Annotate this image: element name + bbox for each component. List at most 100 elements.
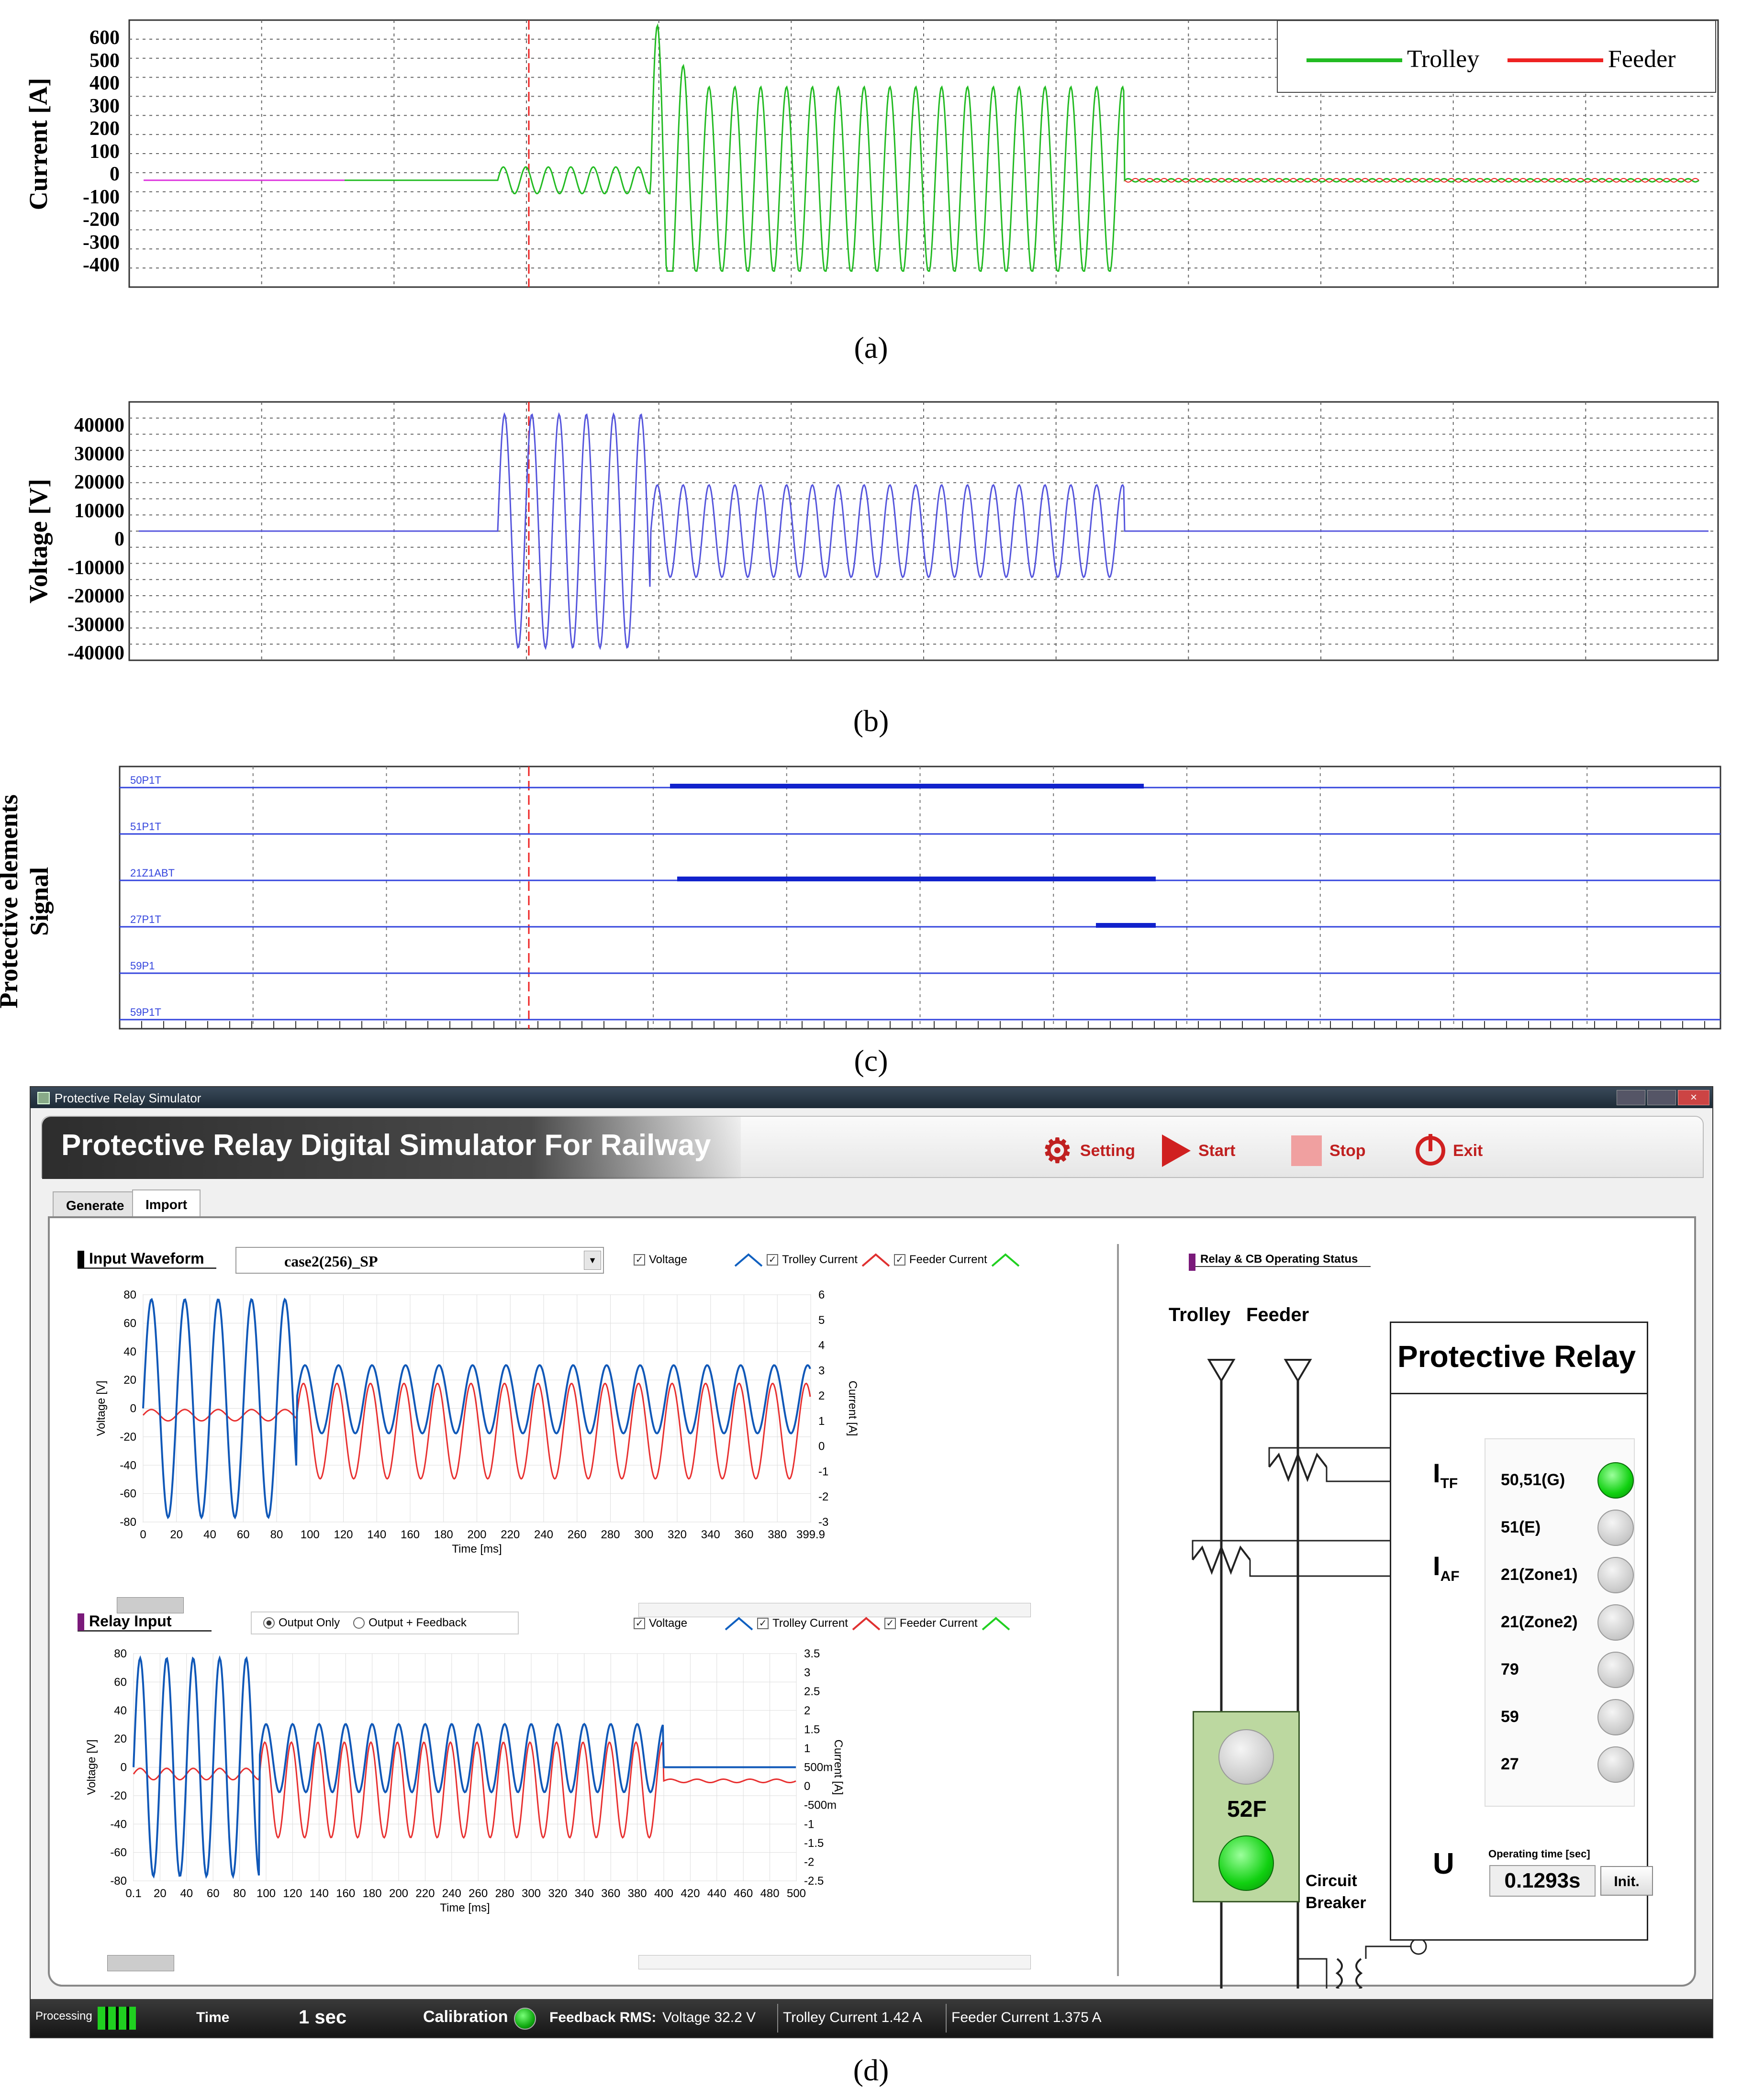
- relay-chart-tools[interactable]: [107, 1955, 174, 1971]
- tab-import[interactable]: Import: [132, 1189, 201, 1217]
- init-button[interactable]: Init.: [1600, 1866, 1653, 1896]
- trolley-checkbox[interactable]: ✓: [767, 1254, 779, 1266]
- y-right-label: 1: [818, 1415, 825, 1428]
- input-waveform-chart: 0 20 40 60 80 100 120 140 160 180 200 220 240 260 280 3…: [95, 1289, 859, 1556]
- x-tick-label: 460: [734, 1887, 753, 1900]
- legend-trolley-line: [1306, 58, 1402, 62]
- relay-input-chart: 0.1 20 40 60 80 100 120 140 160 180 200 220 240 260 28…: [85, 1647, 845, 1914]
- y-right-label: 500m: [804, 1761, 833, 1774]
- y-right-label: -500m: [804, 1799, 837, 1812]
- voltage-checkbox[interactable]: ✓: [634, 1254, 645, 1266]
- minimize-button[interactable]: [1617, 1090, 1645, 1105]
- y-right-label: 2.5: [804, 1685, 820, 1698]
- relay-feeder-checkbox[interactable]: ✓: [884, 1618, 896, 1629]
- y-left-label: -80: [120, 1516, 136, 1529]
- y-right-axis-label: Current [A]: [846, 1380, 859, 1436]
- feeder-legend-icon: [991, 1253, 1019, 1267]
- y-left-label: 40: [114, 1704, 127, 1717]
- x-tick-label: 240: [442, 1887, 461, 1900]
- breaker-label: 52F: [1227, 1797, 1267, 1822]
- y-right-label: -3: [818, 1516, 828, 1529]
- exit-button[interactable]: Exit: [1416, 1134, 1483, 1167]
- chevron-down-icon[interactable]: ▼: [584, 1251, 601, 1270]
- start-label: Start: [1198, 1141, 1236, 1160]
- element-indicator: [1597, 1746, 1634, 1783]
- y-right-label: 3: [804, 1667, 810, 1679]
- caption-b: (b): [853, 704, 889, 738]
- element-indicator: [1597, 1652, 1634, 1688]
- setting-label: Setting: [1080, 1141, 1135, 1160]
- trolley-label: Trolley: [1169, 1304, 1230, 1325]
- x-tick-label: 500: [787, 1887, 806, 1900]
- main-panel: Input Waveform case2(256)_SP ▼ ✓ Voltage …: [48, 1216, 1696, 1989]
- feeder-checkbox[interactable]: ✓: [893, 1254, 905, 1266]
- relay-scrollbar[interactable]: [638, 1955, 1031, 1969]
- x-tick-label: 300: [522, 1887, 541, 1900]
- y-right-label: 0: [804, 1780, 810, 1793]
- signal-label: 50P1T: [130, 774, 161, 786]
- x-axis-label: Time [ms]: [452, 1543, 502, 1556]
- x-tick-label: 100: [301, 1528, 320, 1541]
- x-tick-label: 100: [257, 1887, 276, 1900]
- x-tick-label: 220: [415, 1887, 435, 1900]
- signal-label: 59P1: [130, 960, 155, 972]
- element-indicator: [1597, 1510, 1634, 1546]
- y-left-label: -40: [120, 1459, 136, 1472]
- y-left-label: 40: [123, 1345, 136, 1358]
- divider-1: [777, 2004, 778, 2033]
- window-title: Protective Relay Simulator: [55, 1091, 201, 1105]
- close-button[interactable]: ×: [1678, 1090, 1709, 1105]
- iaf-main: I: [1433, 1551, 1440, 1581]
- element-indicator: [1597, 1557, 1634, 1593]
- output-feedback-radio[interactable]: [353, 1617, 365, 1629]
- x-tick-label: 0: [140, 1528, 146, 1541]
- x-tick-label: 380: [768, 1528, 787, 1541]
- y-left-label: 80: [114, 1647, 127, 1660]
- status-title: Relay & CB Operating Status: [1189, 1253, 1371, 1271]
- relay-trolley-checkbox[interactable]: ✓: [757, 1618, 769, 1629]
- setting-button[interactable]: ⚙ Setting: [1042, 1134, 1135, 1167]
- op-time-value: 0.1293s: [1489, 1865, 1596, 1897]
- start-button[interactable]: Start: [1162, 1134, 1235, 1167]
- chart-b-plot: [128, 401, 1719, 661]
- feedback-feeder: Feeder Current 1.375 A: [951, 2010, 1102, 2025]
- input-scrollbar[interactable]: [638, 1603, 1031, 1617]
- status-title-text: Relay & CB Operating Status: [1200, 1253, 1358, 1266]
- app-icon: [37, 1092, 50, 1104]
- element-indicator: [1597, 1462, 1634, 1499]
- element-label: 21(Zone1): [1501, 1566, 1578, 1584]
- relay-voltage-checkbox[interactable]: ✓: [634, 1618, 645, 1629]
- y-left-label: 60: [114, 1676, 127, 1689]
- x-tick-label: 400: [654, 1887, 673, 1900]
- y-right-label: 6: [818, 1289, 825, 1301]
- y-left-label: -20: [120, 1431, 136, 1444]
- relay-trolley-label: Trolley Current: [772, 1617, 848, 1630]
- signal-label: 21Z1ABT: [130, 867, 175, 879]
- maximize-button[interactable]: [1647, 1090, 1676, 1105]
- x-tick-label: 0.1: [125, 1887, 141, 1900]
- relay-title: Protective Relay: [1397, 1339, 1636, 1374]
- x-tick-label: 80: [233, 1887, 246, 1900]
- x-tick-label: 120: [334, 1528, 353, 1541]
- y-right-label: 1.5: [804, 1723, 820, 1736]
- x-tick-label: 200: [467, 1528, 486, 1541]
- x-tick-label: 360: [601, 1887, 620, 1900]
- caption-c: (c): [854, 1044, 888, 1078]
- output-only-label: Output Only: [279, 1616, 340, 1629]
- legend-feeder-label: Feeder: [1608, 45, 1676, 73]
- input-chart-tools[interactable]: [117, 1597, 184, 1613]
- x-tick-label: 360: [734, 1528, 753, 1541]
- output-only-radio[interactable]: [263, 1617, 275, 1629]
- output-feedback-label: Output + Feedback: [368, 1616, 467, 1629]
- stop-button[interactable]: Stop: [1291, 1134, 1366, 1167]
- breaker-caption-1: Circuit: [1306, 1872, 1357, 1890]
- relay-trolley-legend-icon: [852, 1617, 881, 1631]
- file-select[interactable]: case2(256)_SP ▼: [235, 1247, 604, 1274]
- x-tick-label: 200: [389, 1887, 408, 1900]
- chart-c-plot: 50P1T 51P1T 21Z1ABT 27P1T 59P1 59P1T: [119, 766, 1721, 1030]
- op-time-label: Operating time [sec]: [1488, 1848, 1590, 1860]
- simulator-window: Protective Relay Simulator × Protective …: [30, 1086, 1713, 2038]
- arrow-down-icon: [1284, 1359, 1312, 1383]
- breaker-open-indicator: [1218, 1729, 1274, 1785]
- tab-generate[interactable]: Generate: [53, 1191, 138, 1216]
